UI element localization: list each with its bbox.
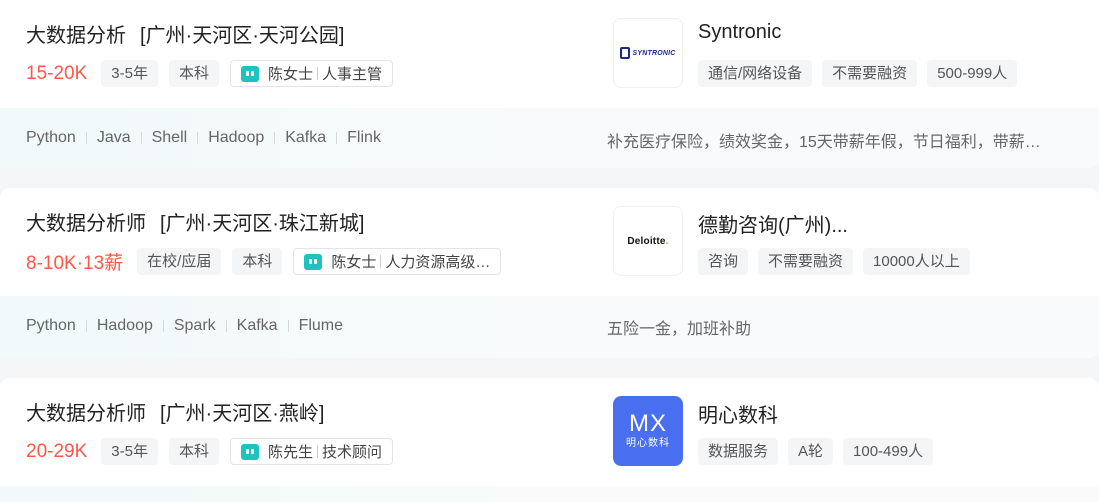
size-tag: 10000人以上 xyxy=(863,248,970,275)
industry-tag: 咨询 xyxy=(698,248,749,275)
logo-dot: . xyxy=(665,235,669,247)
industry-tag: 通信/网络设备 xyxy=(698,60,813,87)
skill-tag: Python xyxy=(26,317,76,334)
divider xyxy=(162,320,164,332)
job-location: [广州·天河区·珠江新城] xyxy=(160,213,365,235)
divider xyxy=(317,67,318,80)
company-tags: 咨询 不需要融资 10000人以上 xyxy=(698,248,980,275)
logo-text: SYNTRONIC xyxy=(632,49,676,57)
funding-tag: 不需要融资 xyxy=(758,248,854,275)
job-card[interactable]: 大数据分析师 [广州·天河区·珠江新城] 8-10K·13薪 在校/应届 本科 陈… xyxy=(0,188,1099,358)
salary: 20-29K xyxy=(26,440,88,462)
divider xyxy=(380,255,382,268)
salary: 8-10K·13薪 xyxy=(26,253,124,274)
welfare-text: 补充医疗保险，绩效奖金，15天带薪年假，节日福利，带薪… xyxy=(607,134,1041,151)
degree-tag: 本科 xyxy=(168,60,219,87)
divider xyxy=(317,445,318,458)
company-tags: 通信/网络设备 不需要融资 500-999人 xyxy=(698,60,1027,87)
job-location: [广州·天河区·天河公园] xyxy=(140,25,345,47)
divider xyxy=(197,132,199,144)
skill-tag: Flume xyxy=(298,317,344,334)
experience-tag: 3-5年 xyxy=(101,438,158,465)
recruiter-chat-button[interactable]: 陈女士 人力资源高级… xyxy=(293,248,502,275)
logo-text: MX xyxy=(629,410,667,437)
skill-tag: Kafka xyxy=(236,317,278,334)
job-name[interactable]: 大数据分析师 xyxy=(26,403,146,425)
recruiter-name: 陈女士 xyxy=(331,254,377,271)
size-tag: 500-999人 xyxy=(927,60,1018,87)
company-name[interactable]: 明心数科 xyxy=(698,399,778,428)
skill-tag: Flink xyxy=(347,129,381,146)
mx-logo: MX 明心数科 xyxy=(613,396,683,466)
divider xyxy=(225,320,227,332)
job-title[interactable]: 大数据分析师 [广州·天河区·珠江新城] xyxy=(26,207,364,236)
recruiter-title: 人力资源高级… xyxy=(385,254,491,271)
job-title[interactable]: 大数据分析 [广州·天河区·天河公园] xyxy=(26,19,344,48)
divider xyxy=(140,132,142,144)
job-footer xyxy=(0,486,1099,502)
funding-tag: 不需要融资 xyxy=(822,60,918,87)
size-tag: 100-499人 xyxy=(843,438,934,465)
recruiter-title: 人事主管 xyxy=(322,66,383,83)
divider xyxy=(85,320,87,332)
funding-tag: A轮 xyxy=(788,438,834,465)
skill-tag: Hadoop xyxy=(208,129,265,146)
experience-tag: 在校/应届 xyxy=(137,248,222,275)
skill-tag: Python xyxy=(26,129,76,146)
recruiter-title: 技术顾问 xyxy=(322,444,383,461)
industry-tag: 数据服务 xyxy=(698,438,779,465)
job-tags: 8-10K·13薪 在校/应届 本科 陈女士 人力资源高级… xyxy=(26,248,502,275)
job-footer: Python Hadoop Spark Kafka Flume 五险一金，加班补… xyxy=(0,296,1099,358)
skill-tag: Kafka xyxy=(285,129,327,146)
recruiter-name: 陈女士 xyxy=(267,66,313,83)
welfare-text: 五险一金，加班补助 xyxy=(607,321,752,338)
degree-tag: 本科 xyxy=(232,248,283,275)
company-name[interactable]: 德勤咨询(广州)... xyxy=(698,209,848,238)
chat-icon xyxy=(240,443,259,460)
job-location: [广州·天河区·燕岭] xyxy=(160,403,325,425)
job-title[interactable]: 大数据分析师 [广州·天河区·燕岭] xyxy=(26,397,324,426)
skill-list: Python Java Shell Hadoop Kafka Flink xyxy=(26,129,381,147)
job-card[interactable]: 大数据分析师 [广州·天河区·燕岭] 20-29K 3-5年 本科 陈先生 技术顾… xyxy=(0,378,1099,502)
divider xyxy=(336,132,338,144)
job-footer: Python Java Shell Hadoop Kafka Flink 补充医… xyxy=(0,108,1099,168)
job-tags: 15-20K 3-5年 本科 陈女士 人事主管 xyxy=(26,60,394,87)
logo-subtext: 明心数科 xyxy=(626,438,670,449)
logo-text: Deloitte xyxy=(627,235,666,247)
salary: 15-20K xyxy=(26,62,88,84)
job-card[interactable]: 大数据分析 [广州·天河区·天河公园] 15-20K 3-5年 本科 陈女士 人事… xyxy=(0,0,1099,168)
syntronic-logo-icon xyxy=(620,47,631,59)
job-list: 大数据分析 [广州·天河区·天河公园] 15-20K 3-5年 本科 陈女士 人事… xyxy=(0,0,1099,502)
divider xyxy=(274,132,276,144)
experience-tag: 3-5年 xyxy=(101,60,158,87)
job-name[interactable]: 大数据分析师 xyxy=(26,213,146,235)
skill-tag: Java xyxy=(96,129,131,146)
degree-tag: 本科 xyxy=(168,438,219,465)
skill-tag: Hadoop xyxy=(96,317,153,334)
recruiter-chat-button[interactable]: 陈先生 技术顾问 xyxy=(229,438,394,465)
recruiter-chat-button[interactable]: 陈女士 人事主管 xyxy=(229,60,394,87)
job-tags: 20-29K 3-5年 本科 陈先生 技术顾问 xyxy=(26,438,394,465)
company-tags: 数据服务 A轮 100-499人 xyxy=(698,438,943,465)
skill-tag: Spark xyxy=(173,317,216,334)
skill-tag: Shell xyxy=(151,129,188,146)
divider xyxy=(287,320,289,332)
company-name[interactable]: Syntronic xyxy=(698,21,781,44)
company-logo[interactable]: MX 明心数科 xyxy=(613,396,683,466)
chat-icon xyxy=(240,65,259,82)
divider xyxy=(85,132,87,144)
company-logo[interactable]: SYNTRONIC xyxy=(613,18,683,88)
chat-icon xyxy=(304,253,323,270)
company-logo[interactable]: Deloitte. xyxy=(613,206,683,276)
job-name[interactable]: 大数据分析 xyxy=(26,25,126,47)
recruiter-name: 陈先生 xyxy=(267,444,313,461)
deloitte-logo: Deloitte. xyxy=(627,236,668,247)
skill-list: Python Hadoop Spark Kafka Flume xyxy=(26,317,343,335)
